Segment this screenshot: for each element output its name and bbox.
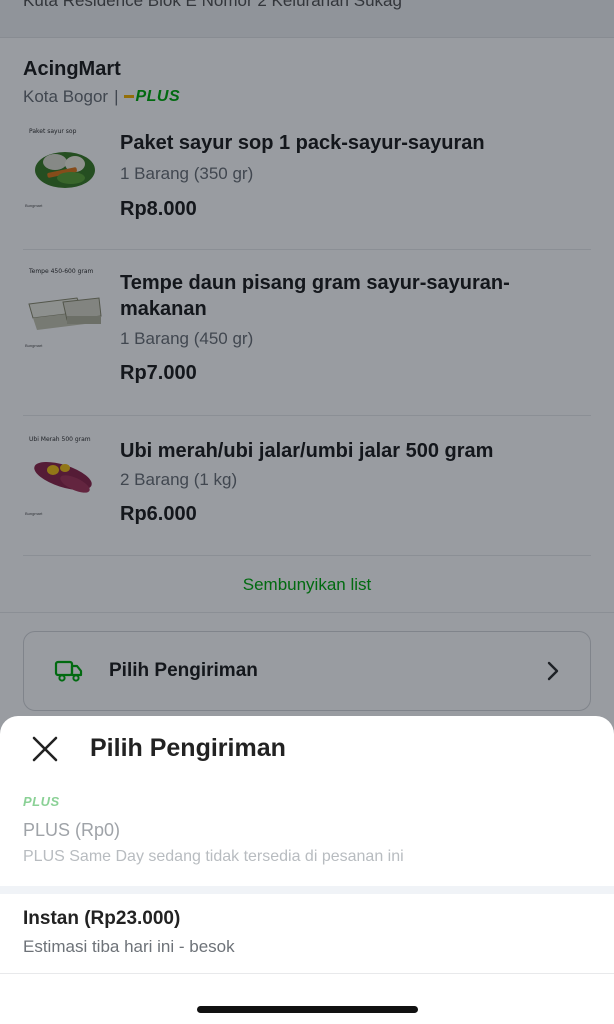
sheet-title: Pilih Pengiriman	[90, 734, 286, 762]
option-name: PLUS (Rp0)	[23, 820, 121, 840]
close-icon[interactable]	[30, 734, 60, 764]
shipping-option-instan[interactable]: Instan (Rp23.000) Estimasi tiba hari ini…	[0, 894, 614, 974]
home-indicator[interactable]	[197, 1006, 418, 1013]
shipping-bottom-sheet: Pilih Pengiriman PLUS PLUS (Rp0) PLUS Sa…	[0, 716, 614, 1024]
plus-badge: PLUS	[23, 794, 60, 809]
section-divider	[0, 886, 614, 894]
option-desc: Estimasi tiba hari ini - besok	[23, 937, 235, 956]
option-desc: PLUS Same Day sedang tidak tersedia di p…	[23, 848, 404, 865]
shipping-option-plus: PLUS PLUS (Rp0) PLUS Same Day sedang tid…	[0, 788, 614, 884]
option-name: Instan (Rp23.000)	[23, 908, 181, 929]
